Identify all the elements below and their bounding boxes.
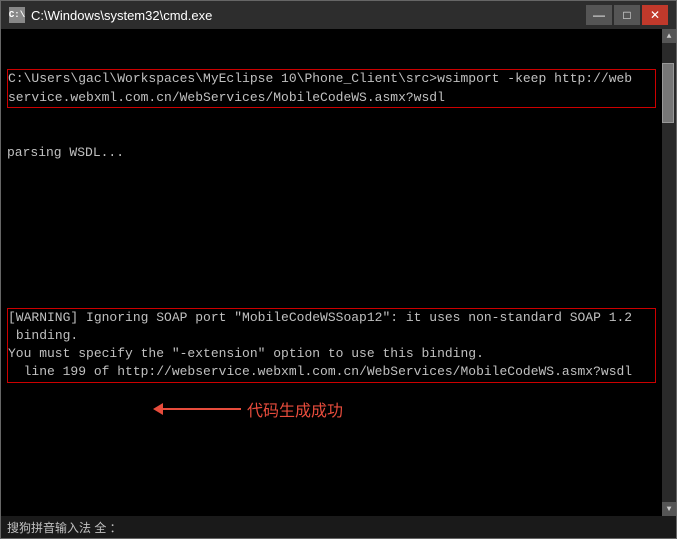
warning-block-1: [WARNING] Ignoring SOAP port "MobileCode… — [7, 308, 656, 383]
window-icon: C:\ — [9, 7, 25, 23]
minimize-button[interactable]: — — [586, 5, 612, 25]
terminal-line — [7, 419, 656, 437]
title-bar: C:\ C:\Windows\system32\cmd.exe — □ ✕ — [1, 1, 676, 29]
scrollbar-track[interactable] — [662, 43, 676, 502]
status-bar: 搜狗拼音输入法 全 ： — [1, 516, 676, 538]
window-controls: — □ ✕ — [586, 5, 668, 25]
title-bar-left: C:\ C:\Windows\system32\cmd.exe — [9, 7, 212, 23]
maximize-button[interactable]: □ — [614, 5, 640, 25]
scrollbar[interactable]: ▲ ▼ — [662, 29, 676, 516]
content-area: C:\Users\gacl\Workspaces\MyEclipse 10\Ph… — [1, 29, 676, 516]
terminal-line — [7, 474, 656, 492]
cmd-window: C:\ C:\Windows\system32\cmd.exe — □ ✕ C:… — [0, 0, 677, 539]
terminal-line — [7, 199, 656, 217]
terminal-line: C:\Users\gacl\Workspaces\MyEclipse 10\Ph… — [7, 69, 656, 107]
ime-status: 搜狗拼音输入法 全 ： — [7, 519, 122, 536]
window-title: C:\Windows\system32\cmd.exe — [31, 8, 212, 23]
terminal-line — [7, 253, 656, 271]
close-button[interactable]: ✕ — [642, 5, 668, 25]
scroll-down-arrow[interactable]: ▼ — [662, 502, 676, 516]
terminal-output: C:\Users\gacl\Workspaces\MyEclipse 10\Ph… — [1, 29, 662, 516]
scroll-up-arrow[interactable]: ▲ — [662, 29, 676, 43]
scrollbar-thumb[interactable] — [662, 63, 674, 123]
icon-label: C:\ — [9, 10, 25, 20]
terminal-line: parsing WSDL... — [7, 144, 656, 162]
